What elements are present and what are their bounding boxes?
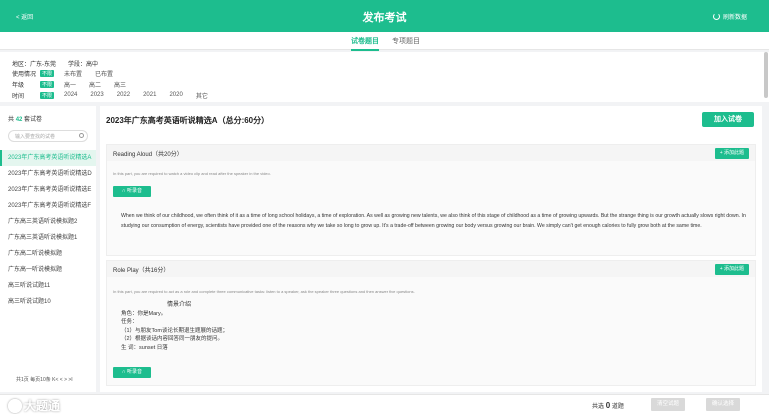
role-play-section: Role Play（共16分） + 添加此题 In this part, you…	[106, 260, 756, 386]
paper-list-sidebar: 共 42 套试卷 输入要查找的试卷 2023年广东高考英语听说精选A 2023年…	[0, 106, 96, 392]
time-option[interactable]: 2021	[143, 92, 156, 98]
selected-value: 0	[605, 401, 611, 410]
refresh-icon	[712, 13, 720, 20]
tab-paper-questions[interactable]: 试卷题目	[351, 36, 379, 51]
logo-icon	[8, 399, 22, 413]
usage-all-tag[interactable]: 不限	[40, 69, 55, 77]
grade-option[interactable]: 高一	[64, 80, 76, 89]
section-description: In this part, you are required to watch …	[113, 171, 271, 176]
grade-label: 年级	[12, 82, 25, 89]
list-item[interactable]: 2023年广东高考英语听说精选F	[0, 198, 96, 214]
brand-logo: 大题通	[8, 397, 60, 414]
grade-option[interactable]: 高二	[89, 80, 101, 89]
search-input[interactable]: 输入要查找的试卷	[8, 130, 88, 142]
time-label: 时间	[12, 93, 25, 100]
list-item[interactable]: 高三听说试题11	[0, 278, 96, 294]
count-suffix: 套试卷	[24, 117, 43, 123]
time-all-tag[interactable]: 不限	[40, 91, 55, 99]
refresh-button[interactable]: 刷新数据	[712, 12, 747, 21]
add-question-button[interactable]: + 添加此题	[714, 264, 749, 275]
grade-row: 年级 不限 高一 高二 高三	[12, 79, 139, 89]
passage-text: When we think of our childhood, we often…	[121, 213, 746, 229]
filter-panel: 地区： 广东-东莞 学段： 高中 使用情况 不限 未布置 已布置 年级 不限 高…	[0, 52, 769, 102]
reading-aloud-section: Reading Aloud（共20分） + 添加此题 In this part,…	[106, 144, 756, 256]
region-row: 地区： 广东-东莞 学段： 高中	[12, 58, 98, 68]
search-icon[interactable]	[79, 133, 84, 138]
paper-title: 2023年广东高考英语听说精选A（总分:60分）	[106, 116, 270, 125]
region-value: 广东-东莞	[30, 61, 57, 68]
section-title: Role Play（共16分）	[113, 268, 170, 274]
join-paper-button[interactable]: 加入试卷	[702, 112, 754, 127]
paper-detail: 2023年广东高考英语听说精选A（总分:60分） 加入试卷 Reading Al…	[100, 106, 762, 392]
clear-button[interactable]: 清空试题	[651, 398, 686, 411]
time-option[interactable]: 2020	[169, 92, 182, 98]
selected-count: 共选 0 道题	[592, 401, 624, 410]
usage-option[interactable]: 已布置	[95, 69, 113, 78]
list-item[interactable]: 2023年广东高考英语听说精选E	[0, 182, 96, 198]
stage-label: 学段：	[68, 61, 87, 68]
selected-suffix: 道题	[611, 404, 624, 410]
listen-label: 听录音	[126, 369, 142, 375]
selected-prefix: 共选	[592, 404, 605, 410]
confirm-button[interactable]: 确认选择	[706, 398, 741, 411]
time-option[interactable]: 其它	[196, 91, 208, 100]
top-bar: < 返回 发布考试 刷新数据	[0, 0, 769, 32]
add-question-button[interactable]: + 添加此题	[714, 148, 749, 159]
section-header: Role Play（共16分） + 添加此题	[107, 261, 755, 277]
task-1: （1）与朋友Tom谈论长期退生题展的话题；	[121, 327, 228, 334]
footer-bar: 大题通 共选 0 道题 清空试题 确认选择	[0, 394, 769, 414]
count-prefix: 共	[8, 117, 15, 123]
stage-value: 高中	[86, 61, 99, 68]
listen-label: 听录音	[126, 188, 142, 194]
grade-all-tag[interactable]: 不限	[40, 80, 55, 88]
listen-button[interactable]: ∩ 听录音	[113, 367, 151, 378]
task-label: 任务：	[121, 319, 138, 325]
scenario-info: 情景介绍 角色：你是Mary。 任务： （1）与朋友Tom谈论长期退生题展的话题…	[121, 301, 228, 352]
vocab-text: 生 词：sunset 日落	[121, 344, 168, 351]
list-item[interactable]: 2023年广东高考英语听说精选D	[0, 166, 96, 182]
tab-bar: 试卷题目 专项题目	[0, 32, 769, 51]
list-item[interactable]: 广东高二听说模拟题	[0, 246, 96, 262]
list-item[interactable]: 广东高三英语听说模拟题1	[0, 230, 96, 246]
list-item[interactable]: 2023年广东高考英语听说精选A	[0, 150, 96, 166]
section-description: In this part, you are required to act as…	[113, 289, 415, 294]
time-option[interactable]: 2024	[64, 92, 77, 98]
time-option[interactable]: 2023	[90, 92, 103, 98]
role-text: 角色：你是Mary。	[121, 310, 167, 317]
usage-option[interactable]: 未布置	[64, 69, 82, 78]
paper-list: 2023年广东高考英语听说精选A 2023年广东高考英语听说精选D 2023年广…	[0, 150, 96, 310]
scenario-title: 情景介绍	[167, 302, 192, 308]
tab-special-questions[interactable]: 专项题目	[392, 36, 420, 46]
region-label: 地区：	[12, 61, 31, 68]
task-2: （2）根据谈话内容回答同一朋友的提问。	[121, 336, 224, 342]
listen-button[interactable]: ∩ 听录音	[113, 186, 151, 197]
usage-row: 使用情况 不限 未布置 已布置	[12, 68, 126, 78]
refresh-label: 刷新数据	[722, 15, 747, 21]
grade-option[interactable]: 高三	[114, 80, 126, 89]
scrollbar[interactable]	[764, 52, 768, 98]
pagination[interactable]: 共1页 每页10条 K< < > >I	[16, 376, 73, 383]
paper-count: 共 42 套试卷	[8, 114, 42, 123]
count-value: 42	[15, 117, 23, 123]
list-item[interactable]: 高三听说试题10	[0, 294, 96, 310]
time-option[interactable]: 2022	[117, 92, 130, 98]
logo-text: 大题通	[24, 399, 61, 413]
section-title: Reading Aloud（共20分）	[113, 152, 183, 158]
list-item[interactable]: 广东高三英语听说模拟题2	[0, 214, 96, 230]
section-header: Reading Aloud（共20分） + 添加此题	[107, 145, 755, 161]
page-title: 发布考试	[362, 12, 407, 24]
list-item[interactable]: 广东高一听说模拟题	[0, 262, 96, 278]
usage-label: 使用情况	[12, 71, 37, 78]
time-row: 时间 不限 2024 2023 2022 2021 2020 其它	[12, 90, 221, 100]
